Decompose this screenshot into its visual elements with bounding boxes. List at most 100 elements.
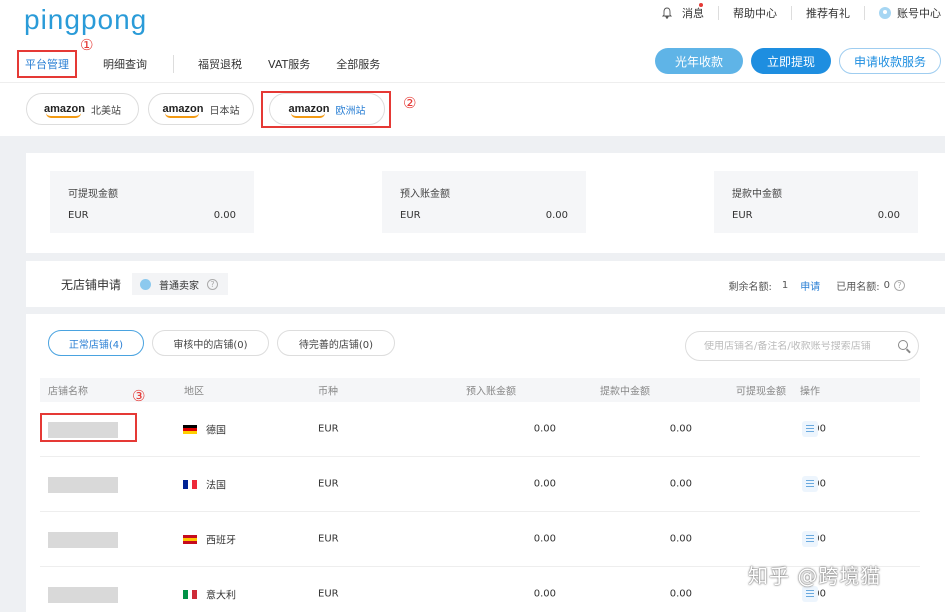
- site-selector: amazon 北美站 amazon 日本站 amazon 欧洲站 ②: [0, 82, 945, 136]
- bell-icon: [662, 7, 672, 19]
- apply-store-link[interactable]: 申请: [800, 278, 820, 293]
- annotation-one: ①: [80, 36, 94, 54]
- pending-amount-cell: 0.00: [533, 423, 556, 435]
- remaining-quota-value: 1: [781, 280, 789, 291]
- region-cell: 西班牙: [206, 535, 236, 547]
- col-store-name: 店铺名称: [48, 386, 88, 398]
- annotation-box: [40, 413, 137, 442]
- available-balance-card: 可提现金额 EUR 0.00: [50, 171, 254, 233]
- store-name-redacted: [48, 477, 118, 493]
- remaining-quota-label: 剩余名额:: [728, 282, 772, 293]
- region-cell: 德国: [206, 425, 226, 437]
- tab-incomplete-stores[interactable]: 待完善的店铺(0): [277, 330, 395, 356]
- unread-dot: [699, 3, 703, 7]
- balance-currency: EUR: [400, 210, 421, 221]
- seller-type-label: 普通卖家: [159, 280, 199, 292]
- pingpong-logo[interactable]: pingpong: [24, 4, 147, 36]
- help-label: 帮助中心: [733, 7, 777, 20]
- store-name-redacted: [48, 532, 118, 548]
- store-name-redacted: [48, 587, 118, 603]
- nav-divider: [173, 55, 174, 73]
- currency-cell: EUR: [318, 478, 339, 490]
- store-search-input[interactable]: [704, 340, 894, 352]
- messages-link[interactable]: 消息: [648, 3, 719, 20]
- currency-cell: EUR: [318, 533, 339, 545]
- col-withdrawing-amount: 提款中金额: [600, 386, 650, 398]
- currency-cell: EUR: [318, 588, 339, 600]
- balance-amount: 0.00: [213, 210, 236, 221]
- col-pending-amount: 预入账金额: [466, 386, 516, 398]
- apply-collection-service-button[interactable]: 申请收款服务: [839, 48, 941, 74]
- amazon-logo: amazon: [44, 103, 85, 118]
- balance-title: 提款中金额: [732, 189, 782, 200]
- quota-info: 剩余名额: 1 申请 已用名额: 0 ?: [728, 278, 905, 293]
- tab-reviewing-stores[interactable]: 审核中的店铺(0): [152, 330, 269, 356]
- nav-all-services[interactable]: 全部服务: [336, 56, 380, 72]
- site-label: 日本站: [209, 105, 240, 117]
- used-quota-label: 已用名额:: [836, 282, 880, 293]
- list-menu-icon[interactable]: [802, 421, 818, 437]
- referral-label: 推荐有礼: [806, 7, 850, 20]
- nav-tax-refund[interactable]: 福贸退税: [198, 56, 242, 72]
- site-label: 北美站: [90, 105, 121, 117]
- action-buttons: 光年收款 立即提现 申请收款服务: [655, 48, 941, 74]
- site-japan[interactable]: amazon 日本站: [148, 93, 254, 125]
- tab-normal-stores[interactable]: 正常店铺(4): [48, 330, 144, 356]
- nav-platform-management[interactable]: 平台管理: [17, 50, 77, 78]
- seller-icon: [140, 278, 151, 290]
- table-header: 店铺名称 地区 币种 预入账金额 提款中金额 可提现金额 操作: [40, 378, 920, 402]
- withdrawing-amount-cell: 0.00: [669, 478, 692, 490]
- top-links: 消息 帮助中心 推荐有礼 账号中心: [648, 3, 941, 20]
- col-currency: 币种: [318, 386, 338, 398]
- site-north-america[interactable]: amazon 北美站: [26, 93, 139, 125]
- region-cell: 法国: [206, 480, 226, 492]
- user-icon: [879, 7, 891, 19]
- col-actions: 操作: [800, 386, 820, 398]
- region-cell: 意大利: [206, 590, 236, 602]
- annotation-box: [261, 91, 391, 128]
- pending-amount-cell: 0.00: [533, 588, 556, 600]
- pending-amount-cell: 0.00: [533, 478, 556, 490]
- table-row[interactable]: 法国EUR0.000.000.00: [40, 457, 920, 512]
- country-flag-icon: [183, 590, 198, 599]
- currency-cell: EUR: [318, 423, 339, 435]
- used-quota-value: 0: [883, 280, 890, 291]
- seller-type-badge: 普通卖家 ?: [132, 273, 228, 295]
- withdraw-now-button[interactable]: 立即提现: [751, 48, 831, 74]
- nav-detail-query[interactable]: 明细查询: [103, 56, 147, 72]
- guangnian-collect-button[interactable]: 光年收款: [655, 48, 743, 74]
- country-flag-icon: [183, 480, 198, 489]
- store-apply-title: 无店铺申请: [61, 278, 122, 292]
- country-flag-icon: [183, 425, 197, 434]
- main-nav: 平台管理 明细查询 福贸退税 VAT服务 全部服务: [17, 50, 406, 78]
- table-row[interactable]: 西班牙EUR0.000.000.00: [40, 512, 920, 567]
- balance-currency: EUR: [732, 210, 753, 221]
- watermark: 知乎 @跨境猫: [748, 564, 882, 588]
- withdrawing-amount-cell: 0.00: [669, 533, 692, 545]
- amazon-logo: amazon: [162, 103, 204, 118]
- store-search: [685, 331, 919, 361]
- table-row[interactable]: 德国EUR0.000.000.00: [40, 402, 920, 457]
- balance-currency: EUR: [68, 210, 89, 221]
- withdrawing-amount-cell: 0.00: [669, 588, 692, 600]
- referral-link[interactable]: 推荐有礼: [792, 6, 865, 20]
- balance-summary: 可提现金额 EUR 0.00 预入账金额 EUR 0.00 提款中金额 EUR 0.0…: [26, 153, 945, 253]
- help-icon[interactable]: ?: [894, 280, 905, 291]
- balance-amount: 0.00: [545, 210, 568, 221]
- balance-title: 可提现金额: [68, 189, 118, 200]
- help-icon[interactable]: ?: [207, 278, 218, 290]
- account-label: 账号中心: [897, 7, 941, 20]
- top-bar: pingpong 消息 帮助中心 推荐有礼 账号中心 平台管理 明细查询 福贸退…: [0, 0, 945, 82]
- messages-label: 消息: [682, 7, 704, 20]
- account-center-link[interactable]: 账号中心: [865, 6, 941, 20]
- list-menu-icon[interactable]: [802, 476, 818, 492]
- nav-vat-service[interactable]: VAT服务: [268, 56, 310, 72]
- balance-amount: 0.00: [877, 210, 900, 221]
- list-menu-icon[interactable]: [802, 531, 818, 547]
- pending-amount-cell: 0.00: [533, 533, 556, 545]
- col-available-amount: 可提现金额: [736, 386, 786, 398]
- store-header: 无店铺申请 普通卖家 ? 剩余名额: 1 申请 已用名额: 0 ?: [26, 261, 945, 307]
- balance-title: 预入账金额: [400, 189, 450, 200]
- search-icon[interactable]: [898, 340, 908, 350]
- help-center-link[interactable]: 帮助中心: [719, 6, 792, 20]
